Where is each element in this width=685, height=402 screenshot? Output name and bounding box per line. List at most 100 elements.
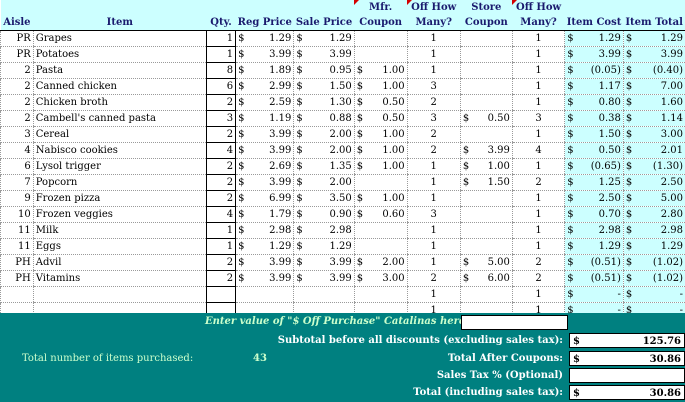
cell-store[interactable]: $1.00	[459, 158, 513, 175]
cell-qty[interactable]: 6	[205, 78, 237, 95]
cell-total[interactable]: $5.00	[622, 190, 685, 207]
cell-aisle[interactable]: PH	[0, 254, 34, 271]
cell-total[interactable]: $1.14	[622, 110, 685, 127]
cell-item[interactable]: Cereal	[32, 126, 207, 143]
cell-store-many[interactable]: 1	[511, 158, 565, 175]
cell-item[interactable]: Popcorn	[32, 174, 207, 191]
cell-mfr-many[interactable]: 2	[406, 94, 461, 111]
cell-cost[interactable]: $0.50	[564, 142, 624, 159]
cell-total[interactable]: $ (0.40)	[622, 62, 685, 79]
cell-mfr-many[interactable]: 1	[406, 190, 461, 207]
cell-total[interactable]: $ -	[622, 286, 685, 303]
cell-store-many[interactable]: 1	[511, 78, 565, 95]
cell-item[interactable]: Vitamins	[32, 270, 207, 287]
cell-cost[interactable]: $1.50	[564, 126, 624, 143]
cell-qty[interactable]: 1	[205, 238, 237, 255]
cell-total[interactable]: $2.01	[622, 142, 685, 159]
cell-total[interactable]: $3.00	[622, 126, 685, 143]
cell-cost[interactable]: $0.70	[564, 206, 624, 223]
cell-aisle[interactable]: 6	[0, 158, 34, 175]
cell-sale[interactable]: $0.88	[293, 110, 355, 127]
cell-store[interactable]	[459, 286, 513, 303]
cell-qty[interactable]: 3	[205, 110, 237, 127]
cell-reg[interactable]: $2.59	[235, 94, 294, 111]
cell-aisle[interactable]: 10	[0, 206, 34, 223]
cell-qty[interactable]: 1	[205, 46, 237, 63]
cell-cost[interactable]: $ (0.51)	[564, 254, 624, 271]
cell-mfr-many[interactable]: 2	[406, 270, 461, 287]
cell-store-many[interactable]: 1	[511, 286, 565, 303]
cell-item[interactable]: Potatoes	[32, 46, 207, 63]
cell-store-many[interactable]: 1	[511, 30, 565, 47]
cell-mfr-many[interactable]: 2	[406, 126, 461, 143]
cell-total[interactable]: $ (1.30)	[622, 158, 685, 175]
cell-sale[interactable]: $3.99	[293, 46, 355, 63]
cell-mfr[interactable]: $3.00	[353, 270, 408, 287]
cell-store[interactable]	[459, 238, 513, 255]
cell-mfr-many[interactable]: 1	[406, 238, 461, 255]
cell-item[interactable]: Grapes	[32, 30, 207, 47]
cell-sale[interactable]: $2.98	[293, 222, 355, 239]
cell-total[interactable]: $2.80	[622, 206, 685, 223]
cell-store-many[interactable]: 1	[511, 126, 565, 143]
cell-reg[interactable]: $2.69	[235, 158, 294, 175]
cell-item[interactable]: Milk	[32, 222, 207, 239]
cell-store[interactable]	[459, 78, 513, 95]
cell-store[interactable]: $0.50	[459, 110, 513, 127]
cell-mfr[interactable]: $0.60	[353, 206, 408, 223]
cell-store[interactable]: $6.00	[459, 270, 513, 287]
cell-total[interactable]: $1.29	[622, 30, 685, 47]
cell-qty[interactable]	[205, 286, 237, 303]
cell-reg[interactable]: $1.29	[235, 238, 294, 255]
cell-qty[interactable]: 8	[205, 62, 237, 79]
cell-item[interactable]: Nabisco cookies	[32, 142, 207, 159]
cell-cost[interactable]: $0.80	[564, 94, 624, 111]
cell-aisle[interactable]: 3	[0, 126, 34, 143]
cell-reg[interactable]: $2.99	[235, 78, 294, 95]
cell-reg[interactable]: $1.29	[235, 30, 294, 47]
cell-store-many[interactable]: 2	[511, 270, 565, 287]
cell-qty[interactable]: 1	[205, 30, 237, 47]
cell-mfr-many[interactable]: 1	[406, 174, 461, 191]
cell-cost[interactable]: $1.29	[564, 238, 624, 255]
cell-cost[interactable]: $ (0.65)	[564, 158, 624, 175]
cell-total[interactable]: $ (1.02)	[622, 254, 685, 271]
cell-sale[interactable]: $1.50	[293, 78, 355, 95]
cell-sale[interactable]: $3.99	[293, 254, 355, 271]
cell-total[interactable]: $3.99	[622, 46, 685, 63]
cell-aisle[interactable]: 2	[0, 94, 34, 111]
cell-aisle[interactable]: 4	[0, 142, 34, 159]
cell-qty[interactable]: 4	[205, 142, 237, 159]
sales-tax-input[interactable]	[569, 368, 685, 383]
cell-store[interactable]: $5.00	[459, 254, 513, 271]
cell-sale[interactable]: $0.95	[293, 62, 355, 79]
cell-reg[interactable]: $3.99	[235, 174, 294, 191]
cell-mfr[interactable]	[353, 30, 408, 47]
cell-aisle[interactable]: 2	[0, 110, 34, 127]
cell-store[interactable]	[459, 126, 513, 143]
cell-store[interactable]	[459, 206, 513, 223]
cell-cost[interactable]: $1.25	[564, 174, 624, 191]
cell-sale[interactable]: $0.90	[293, 206, 355, 223]
cell-item[interactable]: Frozen veggies	[32, 206, 207, 223]
cell-cost[interactable]: $0.38	[564, 110, 624, 127]
cell-aisle[interactable]: PR	[0, 46, 34, 63]
cell-aisle[interactable]: 2	[0, 62, 34, 79]
cell-total[interactable]: $2.98	[622, 222, 685, 239]
cell-store-many[interactable]: 1	[511, 46, 565, 63]
cell-reg[interactable]: $3.99	[235, 254, 294, 271]
cell-qty[interactable]: 1	[205, 222, 237, 239]
cell-mfr-many[interactable]: 2	[406, 142, 461, 159]
cell-reg[interactable]	[235, 286, 294, 303]
cell-total[interactable]: $1.60	[622, 94, 685, 111]
cell-sale[interactable]: $1.29	[293, 30, 355, 47]
cell-mfr[interactable]	[353, 174, 408, 191]
cell-aisle[interactable]: 9	[0, 190, 34, 207]
cell-qty[interactable]: 2	[205, 126, 237, 143]
cell-qty[interactable]: 2	[205, 94, 237, 111]
cell-sale[interactable]: $2.00	[293, 174, 355, 191]
cell-sale[interactable]: $1.30	[293, 94, 355, 111]
cell-cost[interactable]: $ (0.05)	[564, 62, 624, 79]
cell-aisle[interactable]: 11	[0, 238, 34, 255]
cell-item[interactable]: Lysol trigger	[32, 158, 207, 175]
